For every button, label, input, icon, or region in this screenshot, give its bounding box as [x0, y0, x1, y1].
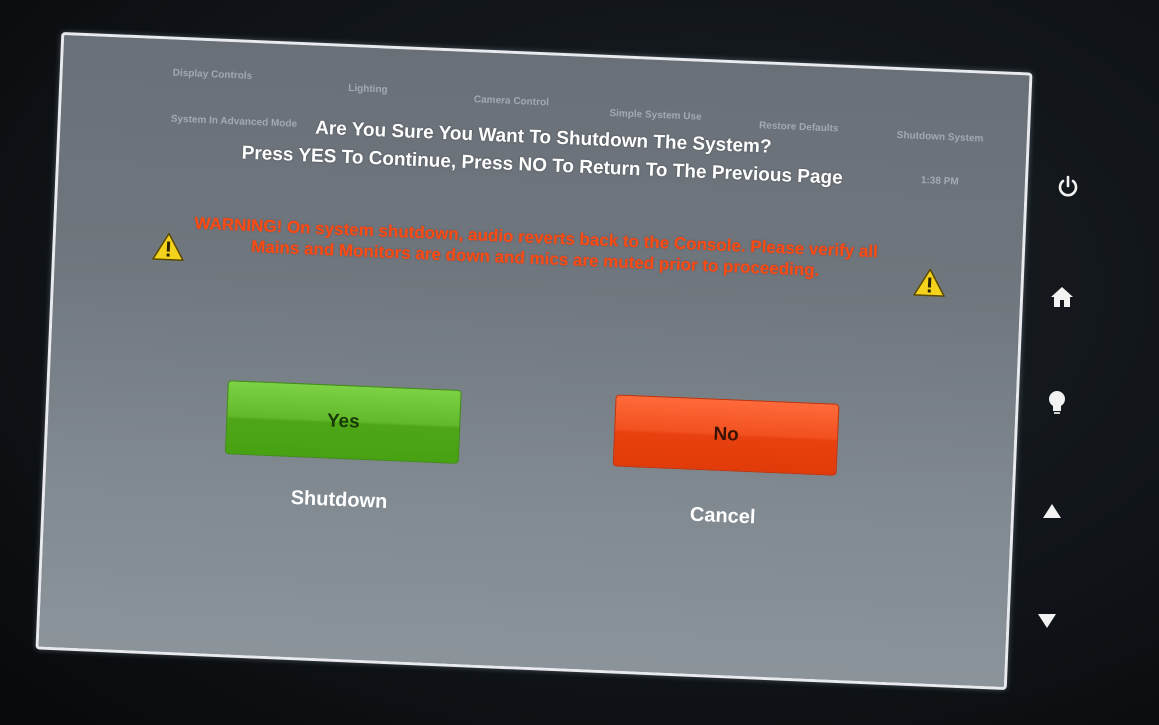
warning-icon-right [913, 268, 945, 297]
arrow-up-icon[interactable] [1037, 496, 1067, 526]
cancel-caption: Cancel [689, 503, 756, 529]
no-button-label: No [712, 423, 740, 446]
nav-lighting[interactable]: Lighting [348, 83, 388, 96]
yes-button-label: Yes [326, 410, 361, 433]
shutdown-caption: Shutdown [290, 486, 388, 513]
arrow-down-icon[interactable] [1032, 606, 1062, 636]
touch-screen: Display Controls Lighting Camera Control… [35, 31, 1033, 691]
nav-camera-control[interactable]: Camera Control [474, 94, 549, 108]
warning-icon-left [152, 232, 184, 261]
lightbulb-icon[interactable] [1042, 388, 1072, 418]
touch-panel-bezel: Display Controls Lighting Camera Control… [0, 0, 1159, 725]
no-button[interactable]: No [612, 394, 840, 476]
home-icon[interactable] [1047, 282, 1077, 312]
warning-message: WARNING! On system shutdown, audio rever… [194, 213, 879, 280]
nav-simple-system-use[interactable]: Simple System Use [609, 108, 702, 123]
yes-button[interactable]: Yes [224, 380, 462, 464]
nav-restore-defaults[interactable]: Restore Defaults [759, 120, 839, 134]
nav-display-controls[interactable]: Display Controls [173, 68, 253, 82]
power-icon[interactable] [1053, 172, 1083, 202]
